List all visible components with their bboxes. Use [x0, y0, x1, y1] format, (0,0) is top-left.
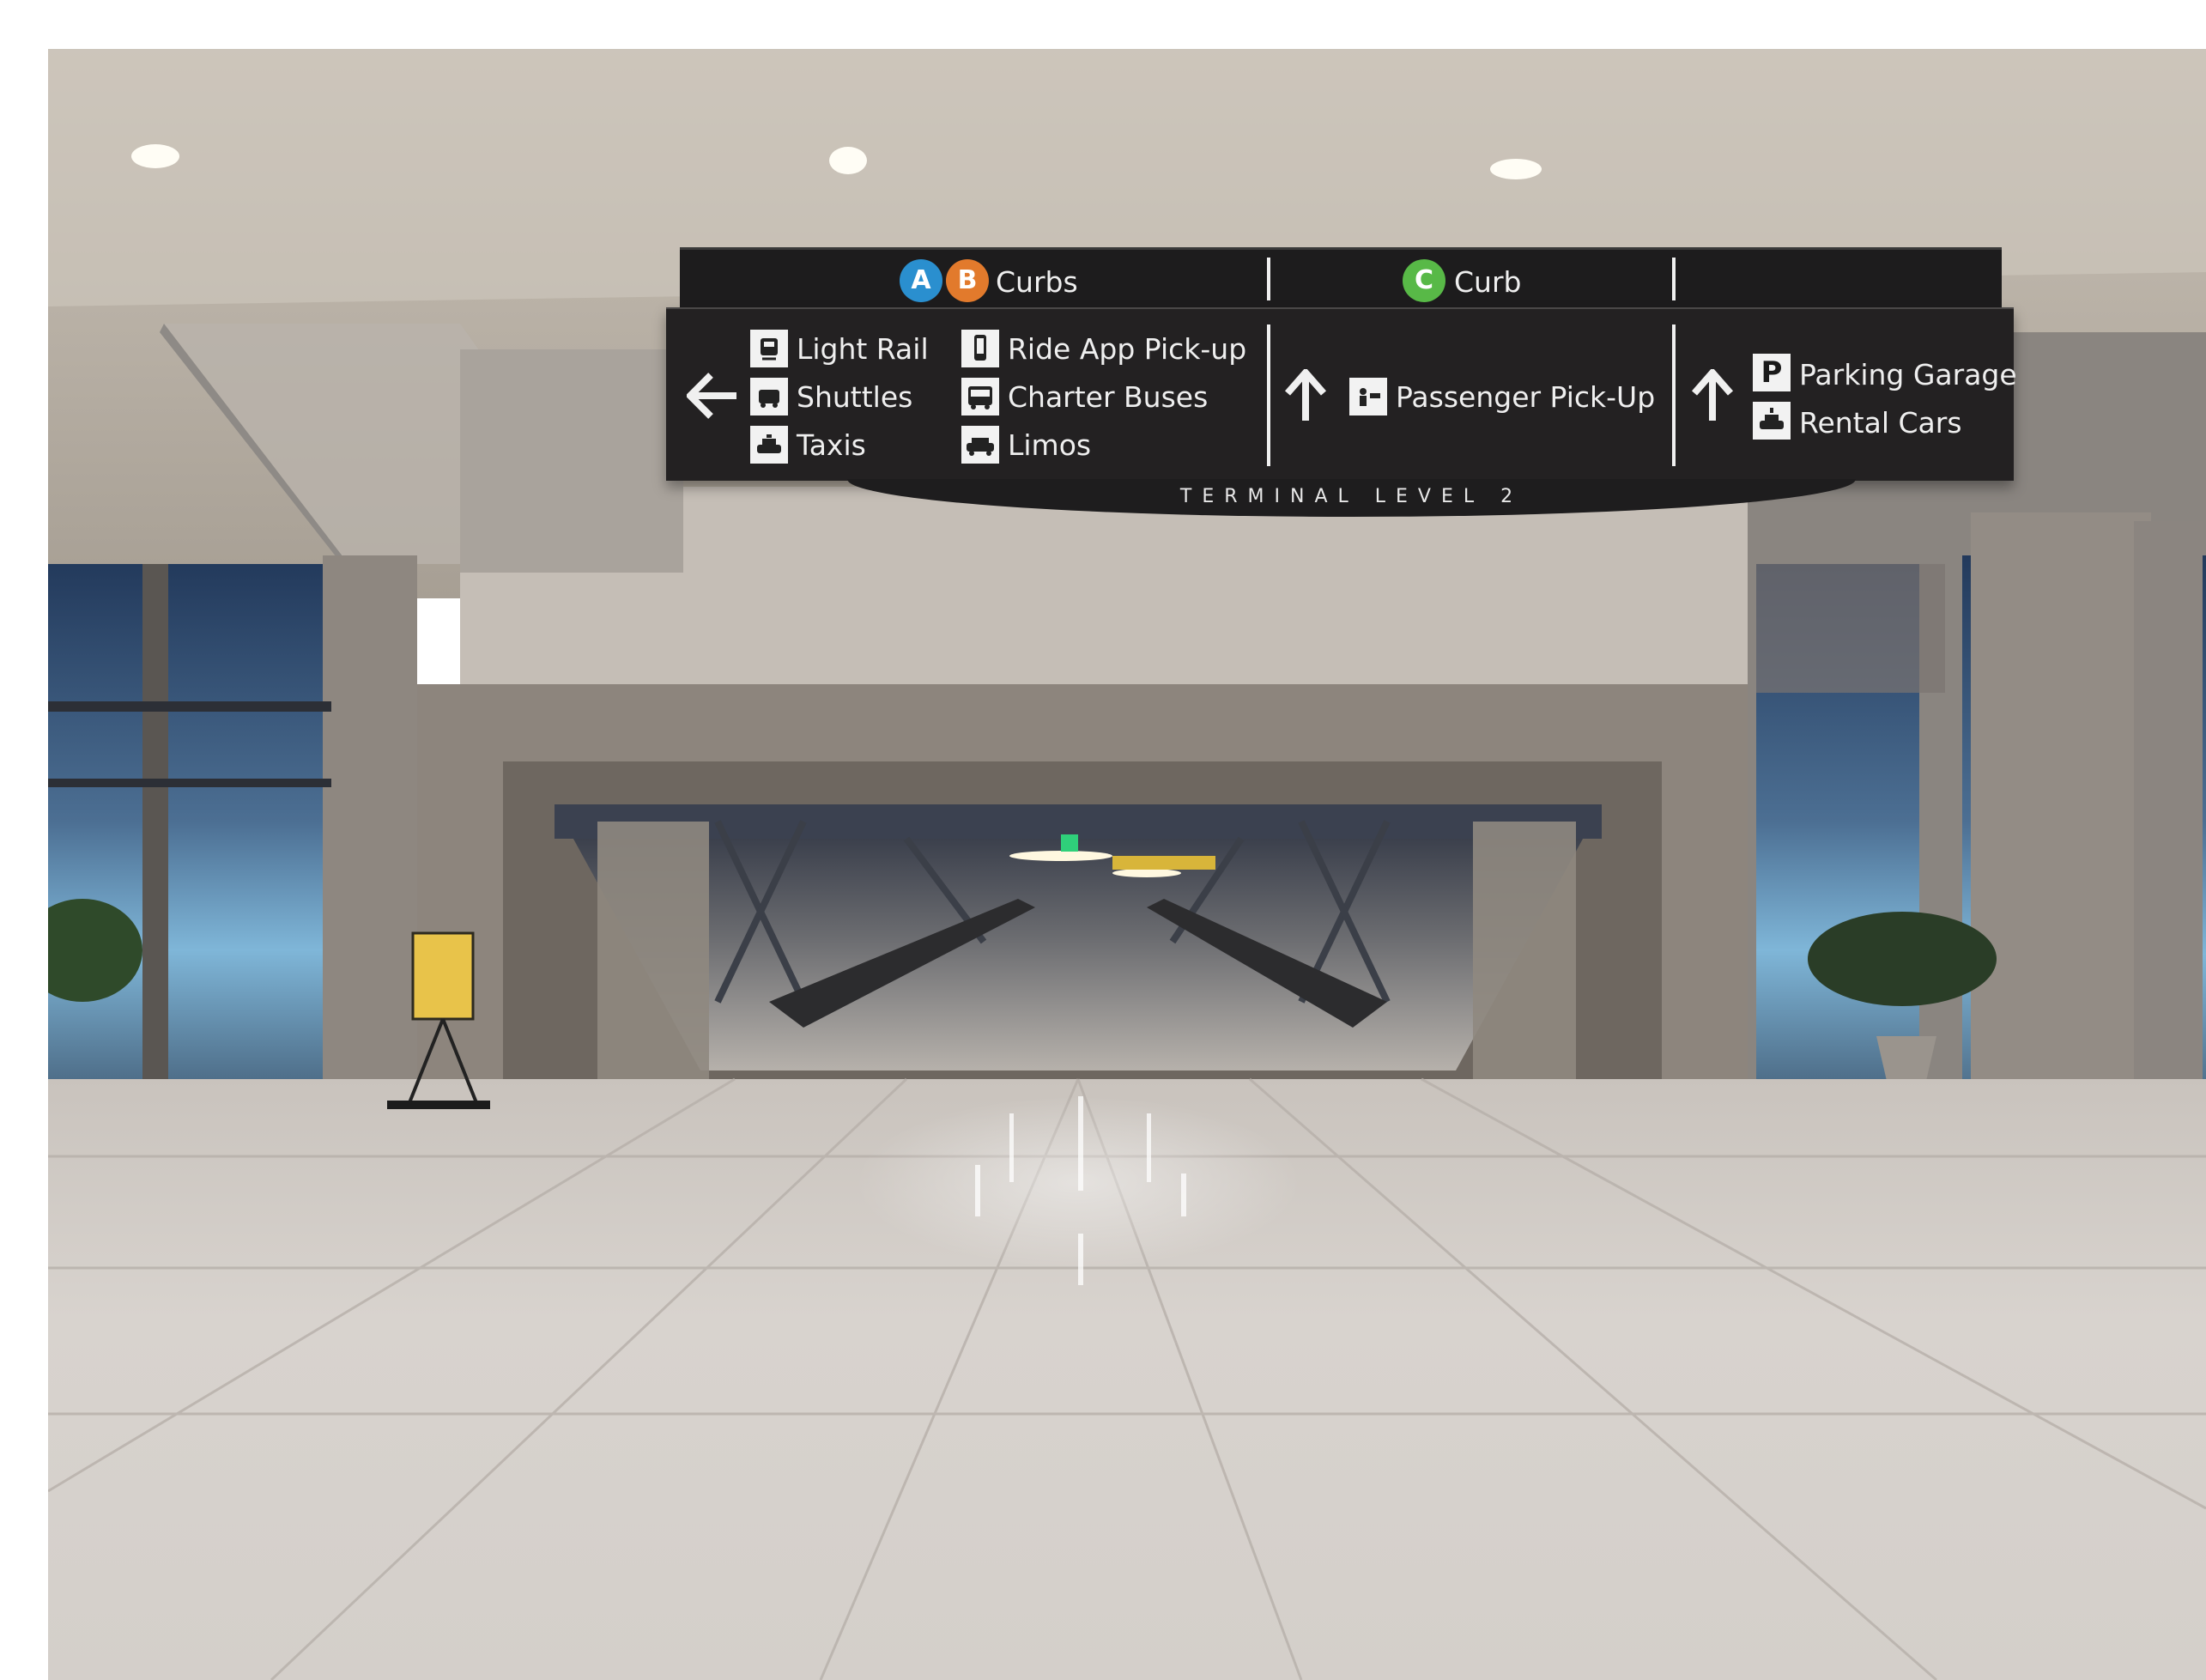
limo-icon	[961, 426, 999, 464]
charter-buses-label: Charter Buses	[1008, 380, 1209, 414]
taxi-icon	[750, 426, 788, 464]
rental-cars-label: Rental Cars	[1799, 406, 1962, 440]
limos-label: Limos	[1008, 428, 1092, 462]
ride-app-label: Ride App Pick-up	[1008, 332, 1247, 366]
rental-car-icon	[1753, 402, 1791, 440]
ride-app-icon	[961, 330, 999, 367]
body-divider	[1267, 324, 1270, 466]
header-divider	[1267, 258, 1270, 300]
parking-icon: P	[1753, 354, 1791, 391]
left-arrow-icon	[687, 373, 736, 419]
body-divider	[1672, 324, 1676, 466]
passenger-pickup-icon	[1349, 378, 1387, 415]
wayfinding-sign: TERMINAL LEVEL 2 A B Curbs C Curb Light …	[654, 221, 2027, 522]
badge-b-icon: B	[946, 259, 989, 302]
sign-header-band	[680, 247, 2002, 310]
badge-c-icon: C	[1403, 259, 1445, 302]
ab-curbs-label: Curbs	[996, 265, 1078, 299]
shuttles-label: Shuttles	[797, 380, 913, 414]
taxis-label: Taxis	[797, 428, 866, 462]
light-rail-icon	[750, 330, 788, 367]
sign-footer-band: TERMINAL LEVEL 2	[847, 479, 1856, 517]
light-rail-label: Light Rail	[797, 332, 929, 366]
charter-bus-icon	[961, 378, 999, 415]
passenger-pickup-label: Passenger Pick-Up	[1396, 380, 1656, 414]
header-divider	[1672, 258, 1676, 300]
up-arrow-icon	[1284, 369, 1327, 421]
shuttle-icon	[750, 378, 788, 415]
up-arrow-icon	[1691, 369, 1734, 421]
parking-garage-label: Parking Garage	[1799, 358, 2017, 391]
terminal-level-label: TERMINAL LEVEL 2	[1179, 486, 1524, 507]
badge-a-icon: A	[900, 259, 942, 302]
c-curb-label: Curb	[1454, 265, 1522, 299]
